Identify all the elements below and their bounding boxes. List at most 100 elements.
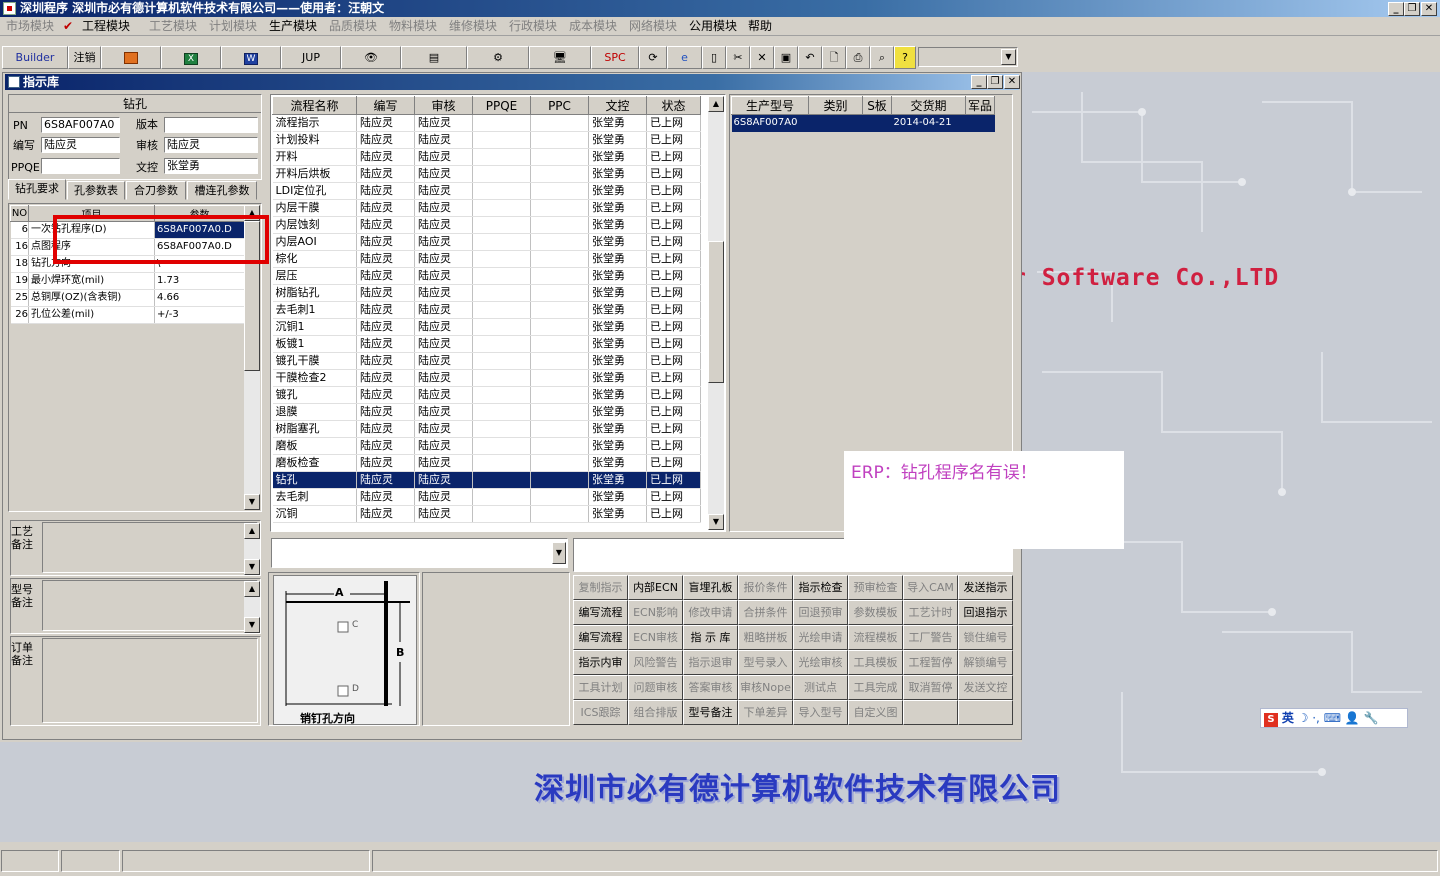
- process-cell[interactable]: [472, 182, 531, 200]
- action-button[interactable]: 盲埋孔板: [683, 575, 738, 600]
- process-row[interactable]: 开料 陆应灵 陆应灵 张堂勇 已上网: [272, 148, 701, 166]
- process-cell[interactable]: 陆应灵: [414, 471, 473, 489]
- action-button[interactable]: 取消暂停: [903, 675, 958, 700]
- process-cell[interactable]: 陆应灵: [356, 233, 415, 251]
- action-button[interactable]: 工具完成: [848, 675, 903, 700]
- action-button[interactable]: 内部ECN: [628, 575, 683, 600]
- process-cell[interactable]: [530, 216, 589, 234]
- process-cell[interactable]: [530, 165, 589, 183]
- process-cell[interactable]: 已上网: [646, 165, 701, 183]
- combo-dropdown-icon[interactable]: ▼: [552, 542, 566, 564]
- action-button[interactable]: 工程暂停: [903, 650, 958, 675]
- process-row[interactable]: 内层干膜 陆应灵 陆应灵 张堂勇 已上网: [272, 199, 701, 217]
- action-button[interactable]: 指示内审: [573, 650, 628, 675]
- process-row[interactable]: 磨板检查 陆应灵 陆应灵 张堂勇 已上网: [272, 454, 701, 472]
- action-button[interactable]: 光绘申请: [793, 625, 848, 650]
- restore-button[interactable]: ❐: [1404, 2, 1420, 16]
- process-row[interactable]: 内层蚀刻 陆应灵 陆应灵 张堂勇 已上网: [272, 216, 701, 234]
- drill-cell-no[interactable]: 26: [10, 306, 29, 324]
- process-col-header[interactable]: 流程名称: [272, 96, 357, 115]
- process-cell[interactable]: 张堂勇: [588, 369, 647, 387]
- process-cell[interactable]: 陆应灵: [356, 131, 415, 149]
- process-cell[interactable]: 镀孔干膜: [272, 352, 357, 370]
- eye-icon[interactable]: 👁: [341, 46, 401, 69]
- process-row[interactable]: 板镀1 陆应灵 陆应灵 张堂勇 已上网: [272, 335, 701, 353]
- menu-item-1[interactable]: 工程模块: [82, 19, 130, 34]
- process-cell[interactable]: [530, 335, 589, 353]
- drill-cell-no[interactable]: 19: [10, 272, 29, 290]
- action-button[interactable]: 审核Nope: [738, 675, 793, 700]
- process-cell[interactable]: 内层蚀刻: [272, 216, 357, 234]
- network-icon[interactable]: ⚙: [467, 46, 529, 69]
- process-cell[interactable]: 磨板检查: [272, 454, 357, 472]
- process-cell[interactable]: 树脂塞孔: [272, 420, 357, 438]
- action-button[interactable]: 编写流程: [573, 625, 628, 650]
- process-cell[interactable]: 陆应灵: [414, 386, 473, 404]
- process-cell[interactable]: 层压: [272, 267, 357, 285]
- process-cell[interactable]: 陆应灵: [414, 267, 473, 285]
- close-button[interactable]: ✕: [1421, 2, 1437, 16]
- process-row[interactable]: 层压 陆应灵 陆应灵 张堂勇 已上网: [272, 267, 701, 285]
- process-cell[interactable]: [472, 352, 531, 370]
- process-cell[interactable]: 沉铜: [272, 505, 357, 523]
- process-cell[interactable]: 张堂勇: [588, 335, 647, 353]
- process-cell[interactable]: 陆应灵: [356, 165, 415, 183]
- process-grid-scrollbar[interactable]: ▲ ▼: [708, 96, 724, 530]
- process-cell[interactable]: 已上网: [646, 148, 701, 166]
- logout-button[interactable]: 注销: [68, 46, 101, 69]
- order-remark-field[interactable]: [42, 638, 258, 723]
- child-minimize-button[interactable]: _: [971, 75, 987, 89]
- print-icon[interactable]: ⎙: [846, 46, 870, 69]
- process-cell[interactable]: 已上网: [646, 301, 701, 319]
- process-cell[interactable]: 已上网: [646, 471, 701, 489]
- action-button[interactable]: 下单差异: [738, 700, 793, 725]
- process-cell[interactable]: 陆应灵: [414, 352, 473, 370]
- process-cell[interactable]: [472, 114, 531, 132]
- process-cell[interactable]: 已上网: [646, 233, 701, 251]
- process-cell[interactable]: [472, 386, 531, 404]
- process-cell[interactable]: 张堂勇: [588, 505, 647, 523]
- process-row[interactable]: 干膜检查2 陆应灵 陆应灵 张堂勇 已上网: [272, 369, 701, 387]
- process-cell[interactable]: 开料后烘板: [272, 165, 357, 183]
- model-remark-scrollbar[interactable]: ▲ ▼: [244, 581, 260, 633]
- order-row[interactable]: 6S8AF007A0 2014-04-21: [731, 114, 995, 132]
- process-cell[interactable]: 陆应灵: [356, 369, 415, 387]
- process-col-header[interactable]: 编写: [356, 96, 415, 115]
- process-cell[interactable]: 陆应灵: [414, 454, 473, 472]
- action-button[interactable]: 解锁编号: [958, 650, 1013, 675]
- process-cell[interactable]: [530, 301, 589, 319]
- drill-row[interactable]: 26 孔位公差(mil) +/-3: [10, 306, 245, 324]
- process-combo[interactable]: ▼: [271, 538, 568, 568]
- process-remark-field[interactable]: [42, 522, 258, 573]
- process-cell[interactable]: 陆应灵: [414, 165, 473, 183]
- process-cell[interactable]: [530, 352, 589, 370]
- action-button[interactable]: 导入型号: [793, 700, 848, 725]
- action-button[interactable]: 复制指示: [573, 575, 628, 600]
- drill-cell-param[interactable]: 1.73: [154, 272, 245, 290]
- action-button[interactable]: 指示退审: [683, 650, 738, 675]
- process-cell[interactable]: 陆应灵: [356, 114, 415, 132]
- action-button[interactable]: 自定义图: [848, 700, 903, 725]
- process-col-header[interactable]: PPQE: [472, 96, 531, 115]
- process-cell[interactable]: [530, 148, 589, 166]
- drill-cell-no[interactable]: 25: [10, 289, 29, 307]
- process-cell[interactable]: 张堂勇: [588, 386, 647, 404]
- computer-icon[interactable]: 🖥: [529, 46, 591, 69]
- process-cell[interactable]: [472, 471, 531, 489]
- process-row[interactable]: 去毛刺1 陆应灵 陆应灵 张堂勇 已上网: [272, 301, 701, 319]
- process-cell[interactable]: [530, 182, 589, 200]
- action-button[interactable]: 回退指示: [958, 600, 1013, 625]
- process-row[interactable]: 钻孔 陆应灵 陆应灵 张堂勇 已上网: [272, 471, 701, 489]
- toolbar-combo[interactable]: ▼: [918, 47, 1018, 67]
- process-cell[interactable]: 张堂勇: [588, 471, 647, 489]
- process-cell[interactable]: [530, 284, 589, 302]
- process-cell[interactable]: 陆应灵: [414, 437, 473, 455]
- process-cell[interactable]: [472, 165, 531, 183]
- process-cell[interactable]: [530, 505, 589, 523]
- process-cell[interactable]: 退膜: [272, 403, 357, 421]
- excel-icon[interactable]: X: [161, 46, 221, 69]
- process-row[interactable]: 镀孔干膜 陆应灵 陆应灵 张堂勇 已上网: [272, 352, 701, 370]
- process-cell[interactable]: 陆应灵: [356, 420, 415, 438]
- action-button[interactable]: [903, 700, 958, 725]
- process-cell[interactable]: 陆应灵: [356, 284, 415, 302]
